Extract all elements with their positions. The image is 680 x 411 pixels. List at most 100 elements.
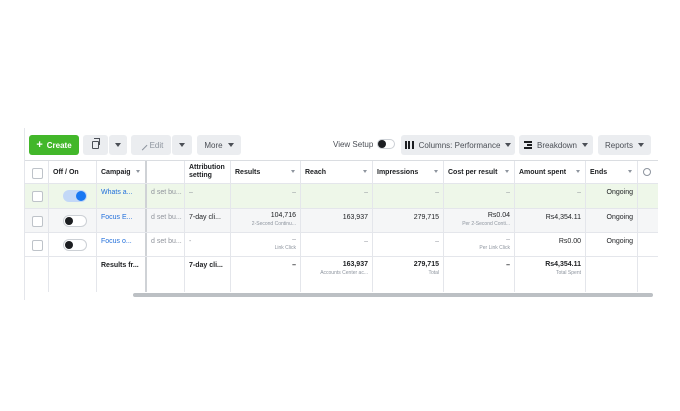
chevron-down-icon [505,143,512,147]
toggle-knob [65,217,73,225]
header-cost-per-result-label: Cost per result [448,168,498,176]
header-attribution-label: Attribution [189,163,225,171]
chevron-down-icon [115,143,121,147]
create-button[interactable]: + Create [29,135,79,155]
header-off-on[interactable]: Off / On [49,161,97,183]
sort-icon [136,170,140,173]
impressions-value: – [435,238,439,245]
gear-icon [643,168,651,176]
toolbar: + Create Edit More View Setup Columns: P… [25,128,658,160]
toggle-knob [76,191,86,201]
reports-button[interactable]: Reports [598,135,651,155]
totals-results: – [292,262,296,269]
header-results-label: Results [235,168,261,176]
header-ends[interactable]: Ends [586,161,638,183]
attribution-value: – [189,189,193,196]
header-campaign[interactable]: Campaig [97,161,147,183]
reach-value: – [364,189,368,196]
sort-icon [505,170,509,173]
select-all-checkbox[interactable] [32,168,43,179]
duplicate-button[interactable] [83,135,108,155]
table-row[interactable]: Focus o... d set bu... - – Link Click – –… [25,233,658,257]
totals-amount-spent: Rs4,354.11 [545,261,581,268]
results-subtext: Link Click [274,245,296,251]
chevron-down-icon [582,143,589,147]
header-attribution-label-2: setting [189,172,212,179]
campaign-toggle[interactable] [63,190,87,202]
ends-value: Ongoing [606,238,633,245]
duplicate-icon [92,138,100,149]
header-impressions[interactable]: Impressions [373,161,444,183]
edit-label: Edit [149,140,164,150]
cost-per-result-value: Rs0.04 [487,212,510,219]
chevron-down-icon [638,143,644,147]
campaign-toggle[interactable] [63,239,87,251]
row-checkbox[interactable] [32,191,43,202]
header-cost-per-result[interactable]: Cost per result [444,161,515,183]
view-setup-label: View Setup [333,140,374,149]
delivery-status: d set bu... [151,214,182,221]
campaign-name-link[interactable]: Focus o... [101,238,141,245]
header-amount-spent[interactable]: Amount spent [515,161,586,183]
sort-icon [363,170,367,173]
header-settings[interactable] [638,161,658,183]
totals-reach: 163,937 [342,261,368,268]
header-reach[interactable]: Reach [301,161,373,183]
header-results[interactable]: Results [231,161,301,183]
more-button[interactable]: More [197,135,241,155]
reach-value: 163,937 [342,214,368,221]
cost-per-result-subtext: Per Link Click [479,245,510,251]
row-toggle-cell [49,184,97,208]
attribution-value: - [189,238,192,245]
row-toggle-cell [49,233,97,256]
results-value: – [292,189,296,196]
totals-row: Results fr... 7-day cli... – 163,937 Acco… [25,257,658,292]
sort-icon [434,170,438,173]
totals-cost-per-result: – [506,262,510,269]
duplicate-dropdown-button[interactable] [109,135,127,155]
header-delivery [147,161,185,183]
campaign-toggle[interactable] [63,215,87,227]
table-row[interactable]: Focus E... d set bu... 7-day cli... 104,… [25,209,658,233]
reports-label: Reports [604,140,633,150]
cost-per-result-subtext: Per 2-Second Conti... [462,221,510,227]
header-attribution[interactable]: Attribution setting [185,161,231,183]
totals-amount-subtext: Total Spent [555,270,581,276]
table-row[interactable]: Whats a... d set bu... – – – – – – Ongoi… [25,184,658,209]
edit-button[interactable]: Edit [131,135,171,155]
edit-dropdown-button[interactable] [172,135,192,155]
row-checkbox[interactable] [32,216,43,227]
breakdown-icon [523,141,532,149]
row-checkbox[interactable] [32,240,43,251]
delivery-status: d set bu... [151,189,182,196]
toggle-knob [65,241,73,249]
header-impressions-label: Impressions [377,168,419,176]
toggle-knob [378,140,386,148]
plus-icon: + [36,138,43,151]
chevron-down-icon [179,143,185,147]
cost-per-result-value: – [506,189,510,196]
header-amount-spent-label: Amount spent [519,168,567,176]
cost-per-result-value: – [506,236,510,243]
amount-spent-value: – [577,189,581,196]
sort-icon [628,170,632,173]
pencil-icon [137,140,148,150]
totals-impressions: 279,715 [413,261,439,268]
ends-value: Ongoing [606,214,633,221]
campaigns-table: Off / On Campaig Attribution setting Res… [25,160,658,300]
view-setup-toggle[interactable] [377,139,395,149]
row-toggle-cell [49,209,97,232]
more-label: More [204,140,223,150]
horizontal-scrollbar[interactable] [133,293,653,297]
campaign-name-link[interactable]: Focus E... [101,214,141,221]
ads-manager-panel: + Create Edit More View Setup Columns: P… [24,128,658,300]
columns-label: Columns: Performance [418,140,501,150]
breakdown-label: Breakdown [536,140,578,150]
columns-button[interactable]: Columns: Performance [401,135,515,155]
totals-impressions-subtext: Total [428,270,439,276]
header-reach-label: Reach [305,168,327,176]
ends-value: Ongoing [606,189,633,196]
header-ends-label: Ends [590,168,608,176]
campaign-name-link[interactable]: Whats a... [101,189,141,196]
breakdown-button[interactable]: Breakdown [519,135,593,155]
